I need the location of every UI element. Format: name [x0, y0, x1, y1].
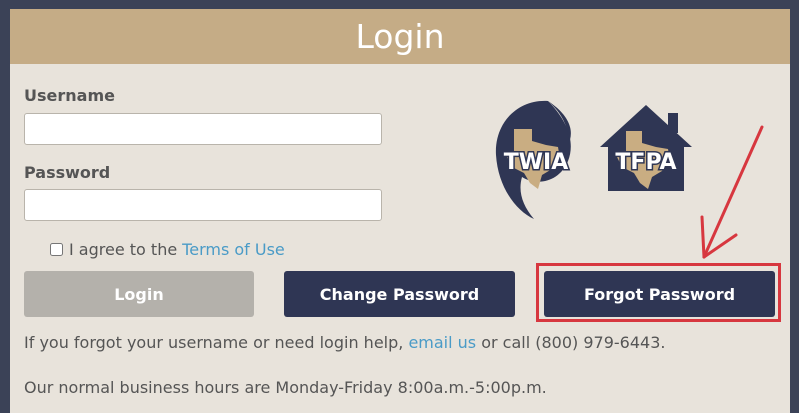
email-us-link[interactable]: email us [408, 333, 476, 352]
tfpa-logo-icon: TFPA [600, 105, 692, 191]
terms-prefix: I agree to the [69, 239, 178, 259]
password-input[interactable] [24, 189, 382, 221]
help-text-suffix: or call (800) 979-6443. [481, 333, 666, 352]
terms-of-use-link[interactable]: Terms of Use [182, 240, 285, 259]
help-text: If you forgot your username or need logi… [24, 333, 665, 352]
terms-row: I agree to the Terms of Use [50, 239, 285, 259]
change-password-button[interactable]: Change Password [284, 271, 515, 317]
forgot-password-button[interactable]: Forgot Password [544, 271, 775, 317]
help-text-prefix: If you forgot your username or need logi… [24, 333, 404, 352]
business-hours-text: Our normal business hours are Monday-Fri… [24, 378, 547, 397]
twia-logo-text: TWIA [504, 150, 569, 175]
username-input[interactable] [24, 113, 382, 145]
password-label: Password [24, 163, 111, 182]
tfpa-logo-text: TFPA [615, 150, 676, 175]
login-button[interactable]: Login [24, 271, 254, 317]
terms-checkbox[interactable] [50, 242, 63, 256]
twia-logo-icon: TWIA [495, 100, 571, 219]
red-arrow-icon [700, 125, 764, 259]
username-label: Username [24, 86, 115, 105]
panel-title: Login [10, 9, 790, 64]
login-panel: Login Username Password I agree to the T… [10, 9, 790, 413]
